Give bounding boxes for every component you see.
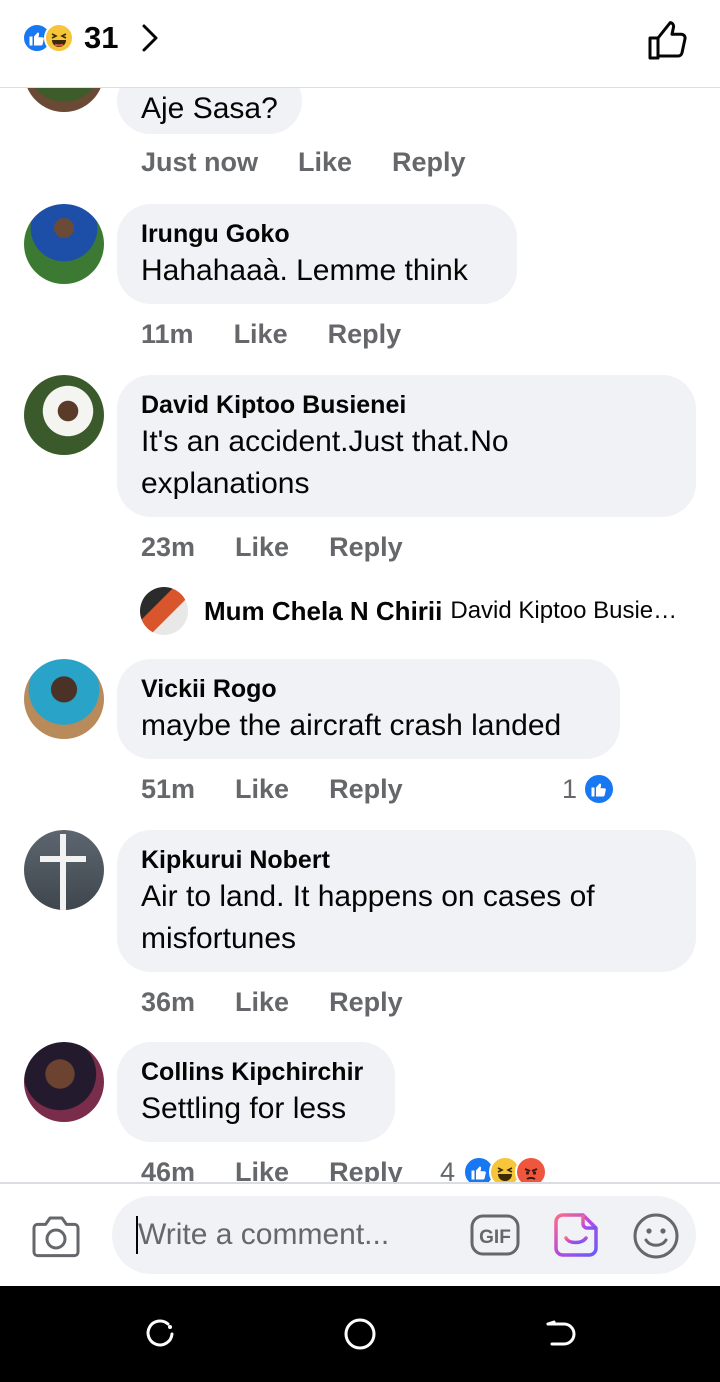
reply-button[interactable]: Reply <box>329 1157 403 1183</box>
comment-reactions[interactable]: 1 <box>562 773 616 805</box>
reply-button[interactable]: Reply <box>392 147 466 178</box>
like-button[interactable]: Like <box>298 147 352 178</box>
commenter-name[interactable]: David Kiptoo Busienei <box>141 389 672 421</box>
avatar[interactable] <box>24 1042 104 1122</box>
reactions-summary[interactable]: 31 <box>22 20 164 56</box>
comment-meta: 23m Like Reply <box>141 527 403 567</box>
comment-text: maybe the aircraft crash landed <box>141 709 562 742</box>
comment-reactions[interactable]: 4 <box>440 1156 548 1183</box>
avatar[interactable] <box>24 204 104 284</box>
comment-meta: 46m Like Reply <box>141 1152 403 1183</box>
comment-meta: 36m Like Reply <box>141 982 403 1022</box>
reply-button[interactable]: Reply <box>329 987 403 1018</box>
like-button[interactable]: Like <box>235 1157 289 1183</box>
gif-label: GIF <box>479 1227 511 1248</box>
comment-time: 11m <box>141 318 194 349</box>
back-icon[interactable] <box>542 1316 578 1352</box>
thumbs-up-outline-icon[interactable] <box>646 18 690 62</box>
comment-text-line-1: Air to land. It happens on cases of <box>141 880 595 913</box>
haha-reaction-icon <box>44 23 74 53</box>
camera-icon[interactable] <box>30 1214 82 1260</box>
reply-button[interactable]: Reply <box>329 532 403 563</box>
comment-text: Settling for less <box>141 1092 347 1125</box>
like-reaction-icon <box>583 773 616 805</box>
reply-author-name: Mum Chela N Chirii <box>204 595 443 626</box>
commenter-name[interactable]: Collins Kipchirchir <box>141 1056 371 1088</box>
comment-bubble[interactable]: Irungu Goko Hahahaaà. Lemme think <box>117 204 517 304</box>
avatar[interactable] <box>24 659 104 739</box>
commenter-name[interactable]: Vickii Rogo <box>141 673 596 705</box>
comment-bubble[interactable]: Aje Sasa? <box>117 88 302 134</box>
comment-text-line-2: explanations <box>141 467 310 500</box>
comment-bubble[interactable]: Collins Kipchirchir Settling for less <box>117 1042 395 1142</box>
commenter-name[interactable]: Irungu Goko <box>141 218 493 250</box>
comment-meta: Just now Like Reply <box>141 142 466 182</box>
comment-time: 51m <box>141 773 196 804</box>
comment-text-line-2: misfortunes <box>141 922 297 955</box>
comment-bubble[interactable]: David Kiptoo Busienei It's an accident.J… <box>117 375 696 517</box>
avatar[interactable] <box>24 88 104 112</box>
avatar[interactable] <box>24 830 104 910</box>
recent-apps-icon[interactable] <box>142 1316 178 1352</box>
comment-text: Hahahaaà. Lemme think <box>141 254 468 287</box>
like-button[interactable]: Like <box>235 774 289 805</box>
comment-time: 23m <box>141 531 196 562</box>
comment-reaction-count: 4 <box>440 1156 456 1183</box>
comments-list: Aje Sasa? Just now Like Reply Irungu Gok… <box>0 88 720 1182</box>
comment-text: Aje Sasa? <box>141 92 278 125</box>
like-button[interactable]: Like <box>235 987 289 1018</box>
comment-input-placeholder: Write a comment... <box>138 1218 390 1251</box>
comment-input[interactable]: Write a comment... GIF <box>112 1196 696 1274</box>
reply-button[interactable]: Reply <box>329 774 403 805</box>
like-button[interactable]: Like <box>235 532 289 563</box>
reaction-count: 31 <box>84 20 119 55</box>
emoji-icon[interactable] <box>632 1212 680 1260</box>
home-icon[interactable] <box>342 1316 378 1352</box>
angry-reaction-icon <box>515 1156 548 1182</box>
comment-reaction-count: 1 <box>562 773 578 804</box>
gif-button[interactable]: GIF <box>470 1214 520 1256</box>
comment-time: 46m <box>141 1156 196 1183</box>
sticker-icon[interactable] <box>552 1210 600 1260</box>
reply-button[interactable]: Reply <box>328 319 402 350</box>
comment-time: 36m <box>141 986 196 1017</box>
chevron-right-icon[interactable] <box>140 20 164 56</box>
reply-snippet: David Kiptoo Busie… <box>450 597 678 624</box>
comment-bubble[interactable]: Kipkurui Nobert Air to land. It happens … <box>117 830 696 972</box>
comment-text-line-1: It's an accident.Just that.No <box>141 425 509 458</box>
cross-image <box>40 834 86 910</box>
comment-bubble[interactable]: Vickii Rogo maybe the aircraft crash lan… <box>117 659 620 759</box>
comment-meta: 11m Like Reply <box>141 314 401 354</box>
like-button[interactable]: Like <box>234 319 288 350</box>
avatar <box>140 587 188 635</box>
comment-time: Just now <box>141 146 259 177</box>
commenter-name[interactable]: Kipkurui Nobert <box>141 844 672 876</box>
system-navigation-bar <box>0 1286 720 1382</box>
reply-preview[interactable]: Mum Chela N Chirii David Kiptoo Busie… <box>140 586 677 636</box>
reactions-header: 31 <box>0 0 720 88</box>
avatar[interactable] <box>24 375 104 455</box>
comment-meta: 51m Like Reply <box>141 769 403 809</box>
comment-composer: Write a comment... GIF <box>0 1182 720 1286</box>
